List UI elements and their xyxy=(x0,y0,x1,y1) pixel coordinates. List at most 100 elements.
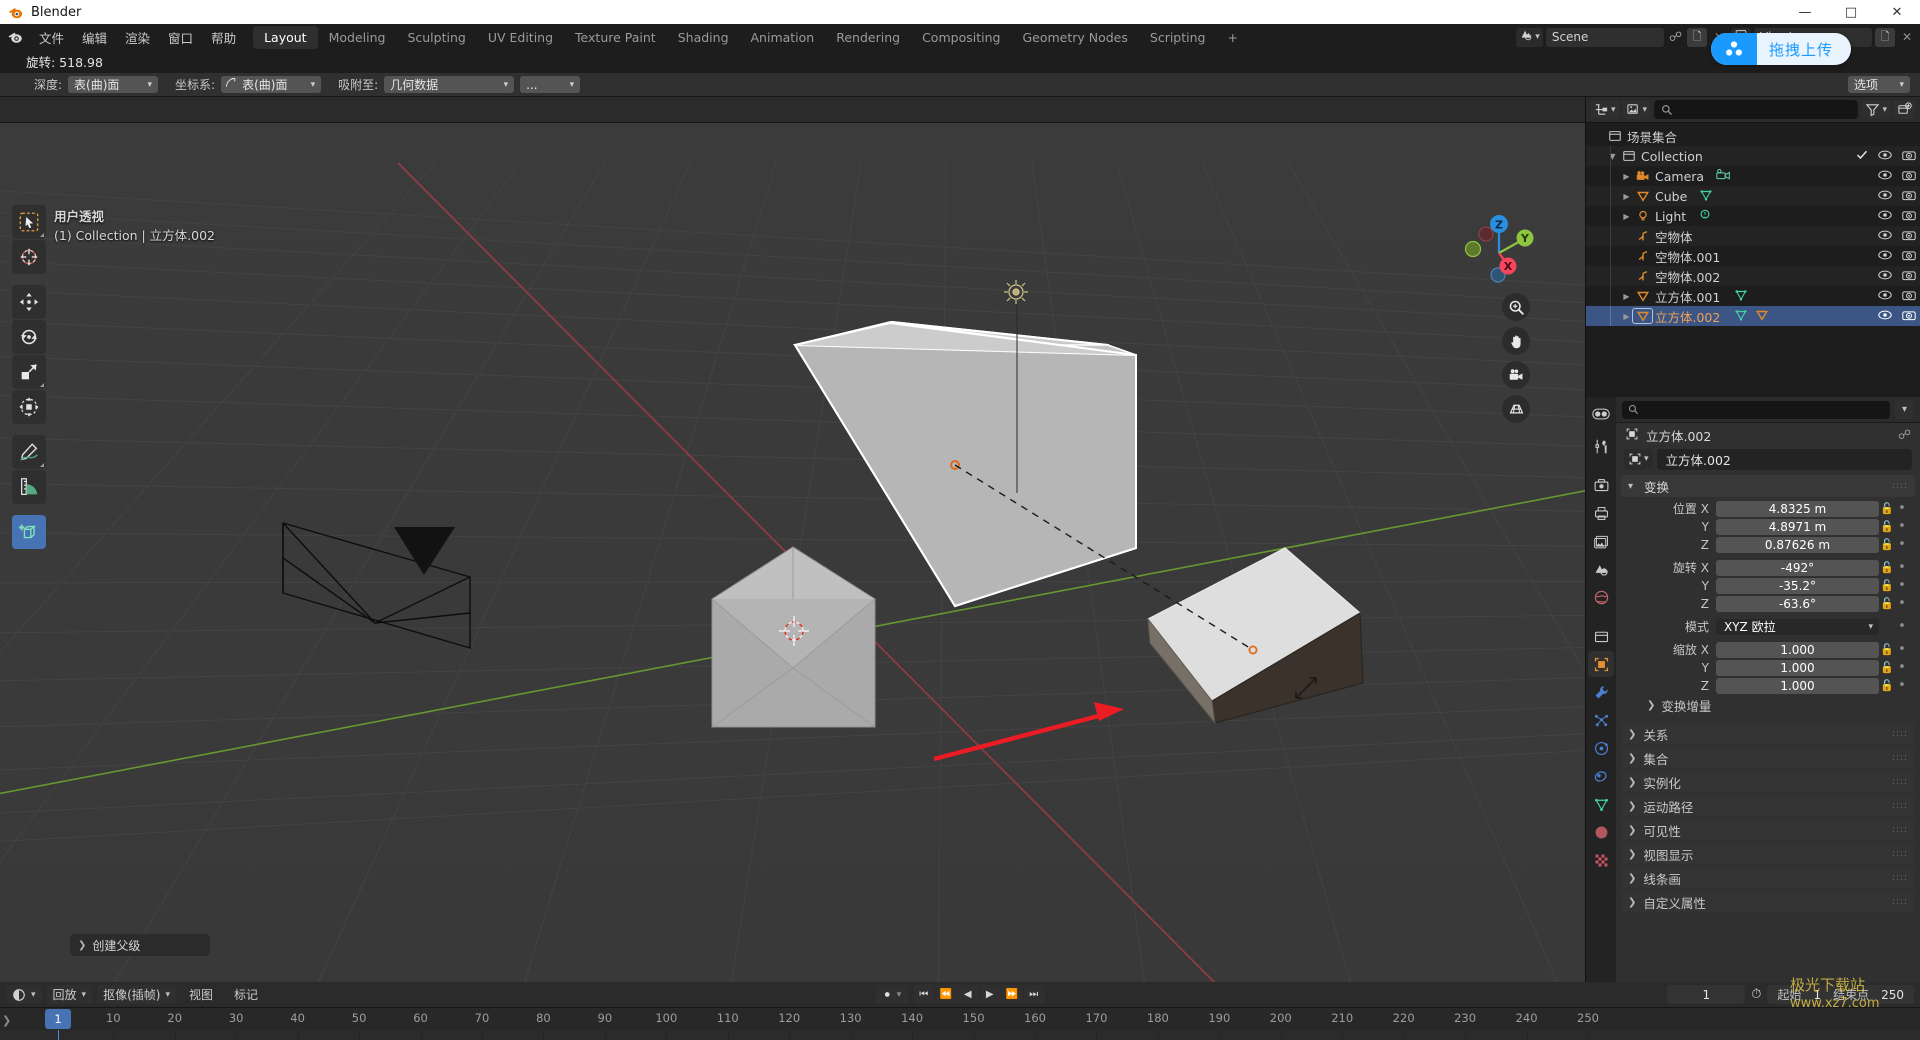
tab-texture-paint[interactable]: Texture Paint xyxy=(564,26,667,49)
tab-geometry-nodes[interactable]: Geometry Nodes xyxy=(1011,26,1138,49)
properties-tab-material[interactable] xyxy=(1588,819,1614,845)
panel-relations[interactable]: ❯ 关系 :::: xyxy=(1621,723,1915,745)
menu-edit[interactable]: 编辑 xyxy=(73,25,116,50)
maximize-button[interactable]: □ xyxy=(1828,0,1874,24)
menu-render[interactable]: 渲染 xyxy=(116,25,159,50)
tab-animation[interactable]: Animation xyxy=(740,26,826,49)
outliner-row-empty-001[interactable]: 空物体.001 xyxy=(1586,246,1920,266)
outliner-scene-collection[interactable]: 场景集合 xyxy=(1586,126,1920,146)
eye-icon[interactable] xyxy=(1878,149,1892,164)
properties-options-dropdown[interactable]: ▾ xyxy=(1894,400,1914,419)
animate-dot-icon[interactable]: • xyxy=(1895,596,1909,611)
properties-editor-type-dropdown[interactable] xyxy=(1588,401,1614,427)
viewport-3d[interactable]: 用户透视 (1) Collection | 立方体.002 Z Y X ❯ 创建… xyxy=(0,97,1585,982)
orientation-dropdown[interactable]: 表(曲)面 ▾ xyxy=(221,76,322,93)
modifier-mesh-icon[interactable] xyxy=(1755,308,1769,325)
disclosure-triangle-icon[interactable]: ▶ xyxy=(1620,212,1633,221)
unlock-icon[interactable]: 🔓 xyxy=(1879,520,1895,533)
properties-tab-render[interactable] xyxy=(1588,472,1614,498)
panel-motion-paths[interactable]: ❯ 运动路径 :::: xyxy=(1621,795,1915,817)
zoom-icon[interactable] xyxy=(1502,293,1530,321)
mesh-data-icon[interactable] xyxy=(1734,288,1748,305)
panel-collections[interactable]: ❯ 集合 :::: xyxy=(1621,747,1915,769)
outliner-row-light[interactable]: ▶ Light xyxy=(1586,206,1920,226)
new-view-layer-button[interactable]: 🗋 xyxy=(1875,27,1895,47)
disclosure-triangle-icon[interactable]: ▶ xyxy=(1620,172,1633,181)
object-id-type-dropdown[interactable]: ▾ xyxy=(1624,448,1653,470)
menu-file[interactable]: 文件 xyxy=(30,25,73,50)
outliner-row-collection[interactable]: ▼ Collection xyxy=(1586,146,1920,166)
playhead-frame-indicator[interactable]: 1 xyxy=(45,1009,71,1029)
animate-dot-icon[interactable]: • xyxy=(1895,560,1909,575)
outliner-filter-dropdown[interactable]: ▾ xyxy=(1862,100,1890,119)
camera-render-icon[interactable] xyxy=(1902,289,1916,304)
tab-shading[interactable]: Shading xyxy=(667,26,740,49)
pin-icon[interactable]: ☍ xyxy=(1898,428,1911,443)
disclosure-triangle-icon[interactable]: ▶ xyxy=(1620,292,1633,301)
camera-render-icon[interactable] xyxy=(1902,229,1916,244)
transform-tool[interactable] xyxy=(12,390,46,424)
panel-instancing[interactable]: ❯ 实例化 :::: xyxy=(1621,771,1915,793)
operator-redo-panel[interactable]: ❯ 创建父级 xyxy=(70,934,210,956)
rotate-tool[interactable] xyxy=(12,320,46,354)
viewport-nav-gizmo[interactable]: Z Y X xyxy=(1455,205,1539,289)
light-data-icon[interactable] xyxy=(1698,208,1712,225)
panel-visibility[interactable]: ❯ 可见性 :::: xyxy=(1621,819,1915,841)
timeline-marker-menu[interactable]: 标记 xyxy=(226,986,266,1003)
unlock-icon[interactable]: 🔓 xyxy=(1879,661,1895,674)
prev-keyframe-button[interactable]: ⏪ xyxy=(935,985,957,1004)
properties-tab-object[interactable] xyxy=(1588,651,1614,677)
outliner-row-cube-001[interactable]: ▶ 立方体.001 xyxy=(1586,286,1920,306)
tab-sculpting[interactable]: Sculpting xyxy=(396,26,476,49)
camera-render-icon[interactable] xyxy=(1902,309,1916,324)
scale-z-field[interactable]: 1.000 xyxy=(1716,677,1879,694)
eye-icon[interactable] xyxy=(1878,249,1892,264)
eye-icon[interactable] xyxy=(1878,269,1892,284)
animate-dot-icon[interactable]: • xyxy=(1895,642,1909,657)
add-cube-tool[interactable] xyxy=(12,515,46,549)
camera-render-icon[interactable] xyxy=(1902,269,1916,284)
tab-modeling[interactable]: Modeling xyxy=(318,26,397,49)
animate-dot-icon[interactable]: • xyxy=(1895,619,1909,634)
camera-render-icon[interactable] xyxy=(1902,209,1916,224)
jump-to-start-button[interactable]: ⏮ xyxy=(913,985,935,1004)
timeline-editor-type-dropdown[interactable]: ▾ xyxy=(6,985,42,1004)
location-y-field[interactable]: 4.8971 m xyxy=(1716,518,1879,535)
jump-to-end-button[interactable]: ⏭ xyxy=(1023,985,1045,1004)
grid-icon[interactable] xyxy=(1502,395,1530,423)
properties-tab-scene[interactable] xyxy=(1588,556,1614,582)
properties-tab-tool[interactable] xyxy=(1588,433,1614,459)
animate-dot-icon[interactable]: • xyxy=(1895,519,1909,534)
unlock-icon[interactable]: 🔓 xyxy=(1879,502,1895,515)
panel-line-art[interactable]: ❯ 线条画 :::: xyxy=(1621,867,1915,889)
snap-depth-dropdown[interactable]: 表(曲)面 ▾ xyxy=(68,76,159,93)
menu-help[interactable]: 帮助 xyxy=(202,25,245,50)
unlock-icon[interactable]: 🔓 xyxy=(1879,597,1895,610)
scene-name-field[interactable]: Scene xyxy=(1545,27,1664,47)
remove-view-layer-button[interactable]: ✕ xyxy=(1898,28,1916,47)
outliner-row-camera[interactable]: ▶ Camera xyxy=(1586,166,1920,186)
unlock-icon[interactable]: 🔓 xyxy=(1879,643,1895,656)
outliner-search-input[interactable] xyxy=(1654,100,1859,119)
add-workspace-button[interactable]: + xyxy=(1216,26,1248,49)
rotation-y-field[interactable]: -35.2° xyxy=(1716,577,1879,594)
properties-tab-physics[interactable] xyxy=(1588,735,1614,761)
outliner-row-cube[interactable]: ▶ Cube xyxy=(1586,186,1920,206)
scale-x-field[interactable]: 1.000 xyxy=(1716,641,1879,658)
outliner-row-cube-002[interactable]: ▶ 立方体.002 xyxy=(1586,306,1920,326)
scale-y-field[interactable]: 1.000 xyxy=(1716,659,1879,676)
panel-custom-properties[interactable]: ❯ 自定义属性 :::: xyxy=(1621,891,1915,913)
properties-tab-particles[interactable] xyxy=(1588,707,1614,733)
camera-render-icon[interactable] xyxy=(1902,149,1916,164)
rotation-x-field[interactable]: -492° xyxy=(1716,559,1879,576)
transform-panel-header[interactable]: ▾ 变换 :::: xyxy=(1621,475,1915,497)
outliner-editor-type-dropdown[interactable]: ▾ xyxy=(1591,100,1619,119)
tab-layout[interactable]: Layout xyxy=(253,25,318,49)
tweak-select-tool[interactable] xyxy=(12,205,46,239)
play-reverse-button[interactable]: ◀ xyxy=(957,985,979,1004)
tab-scripting[interactable]: Scripting xyxy=(1139,26,1217,49)
object-name-field[interactable]: 立方体.002 xyxy=(1656,448,1912,470)
outliner-row-empty-002[interactable]: 空物体.002 xyxy=(1586,266,1920,286)
disclosure-triangle-icon[interactable]: ▶ xyxy=(1620,312,1633,321)
properties-tab-world[interactable] xyxy=(1588,584,1614,610)
